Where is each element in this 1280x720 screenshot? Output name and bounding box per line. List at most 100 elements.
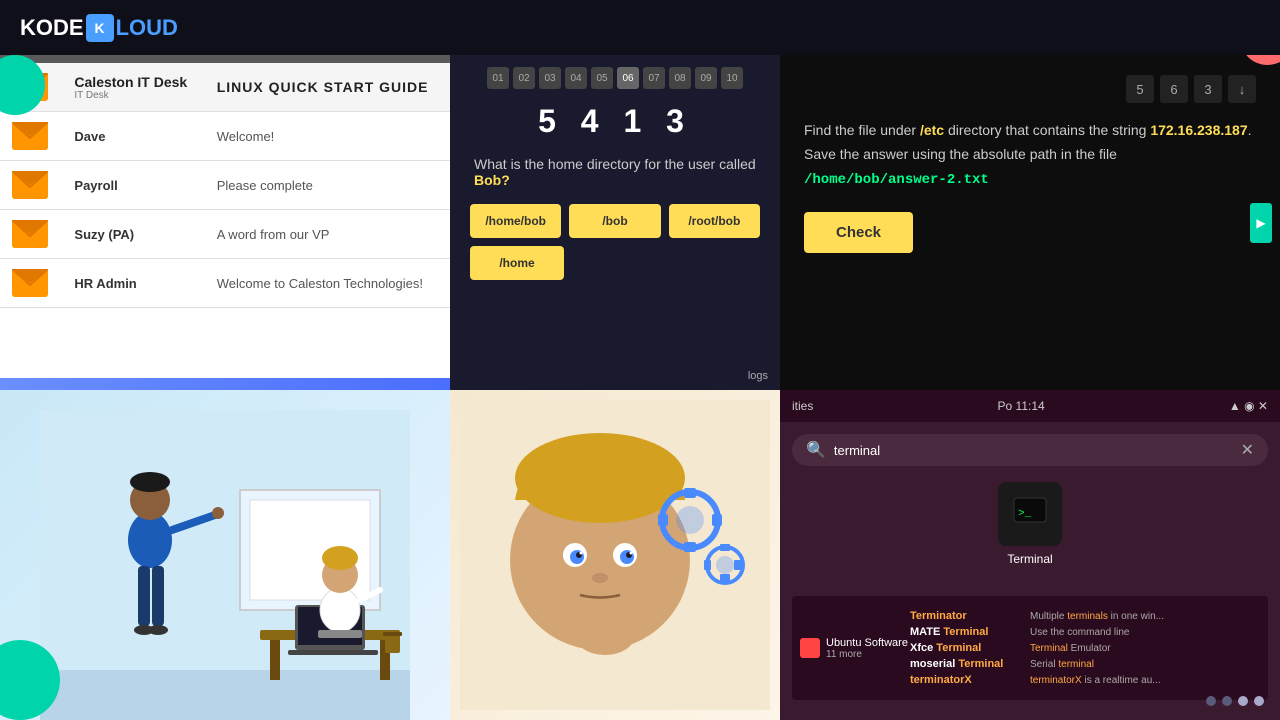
email-icon-dave xyxy=(0,112,62,161)
quiz-prog-10[interactable]: 10 xyxy=(721,67,743,89)
ubuntu-pagination-dots xyxy=(1206,696,1264,706)
terminal-count-5: 5 xyxy=(1126,75,1154,103)
terminal-count-3: 3 xyxy=(1194,75,1222,103)
quiz-prog-09[interactable]: 09 xyxy=(695,67,717,89)
ubuntu-app-xfce[interactable]: Xfce Terminal Terminal Emulator xyxy=(910,640,1260,656)
terminal-next-button[interactable]: ▶ xyxy=(1250,203,1272,243)
ubuntu-terminal-icon[interactable]: >_ xyxy=(998,482,1062,546)
email-subject-dave: Welcome! xyxy=(217,129,438,144)
ubuntu-software-icon xyxy=(800,638,820,658)
ubuntu-title-right: ▲ ◉ ✕ xyxy=(1229,399,1268,413)
quiz-options: /home/bob /bob /root/bob xyxy=(450,204,780,238)
panel-email: Caleston IT Desk IT Desk LINUX QUICK STA… xyxy=(0,55,450,390)
envelope-icon-dave xyxy=(12,122,48,150)
ubuntu-search-input[interactable] xyxy=(834,443,1241,458)
panel-terminal: 5 6 3 ↓ Find the file under /etc directo… xyxy=(780,55,1280,390)
quiz-prog-05[interactable]: 05 xyxy=(591,67,613,89)
terminal-count-arrow[interactable]: ↓ xyxy=(1228,75,1256,103)
quiz-option-bob[interactable]: /bob xyxy=(569,204,660,238)
ubuntu-app-mate[interactable]: MATE Terminal Use the command line xyxy=(910,624,1260,640)
app-desc-terminatorx: terminatorX is a realtime au... xyxy=(1030,675,1161,686)
email-row-hradmin[interactable]: HR Admin Welcome to Caleston Technologie… xyxy=(0,259,450,308)
quiz-prog-06[interactable]: 06 xyxy=(617,67,639,89)
panel-illustration-2 xyxy=(450,390,780,720)
email-row-dave[interactable]: Dave Welcome! xyxy=(0,112,450,161)
clear-search-icon[interactable]: ✕ xyxy=(1241,440,1254,460)
logo-loud: LOUD xyxy=(116,15,178,41)
ubuntu-titlebar: ities Po 11:14 ▲ ◉ ✕ xyxy=(780,390,1280,422)
ubuntu-terminal-app[interactable]: >_ Terminal xyxy=(792,482,1268,582)
app-name-xfce: Xfce Terminal xyxy=(910,642,1030,654)
quiz-question: What is the home directory for the user … xyxy=(450,156,780,204)
terminal-etc-highlight: /etc xyxy=(920,122,944,138)
ubuntu-title-center: Po 11:14 xyxy=(998,399,1045,413)
ubuntu-software-more: 11 more xyxy=(826,649,908,660)
email-subject-hradmin: Welcome to Caleston Technologies! xyxy=(217,276,438,291)
app-name-mate: MATE Terminal xyxy=(910,626,1030,638)
quiz-prog-01[interactable]: 01 xyxy=(487,67,509,89)
app-desc-xfce: Terminal Emulator xyxy=(1030,643,1111,654)
quiz-prog-04[interactable]: 04 xyxy=(565,67,587,89)
email-sender-suzy: Suzy (PA) xyxy=(74,227,192,242)
envelope-icon-suzy xyxy=(12,220,48,248)
check-button[interactable]: Check xyxy=(804,212,913,253)
email-row-header: Caleston IT Desk IT Desk LINUX QUICK STA… xyxy=(0,63,450,112)
envelope-icon-hradmin xyxy=(12,269,48,297)
quiz-prog-03[interactable]: 03 xyxy=(539,67,561,89)
logo-icon: K xyxy=(86,14,114,42)
ubuntu-content: 🔍 ✕ >_ Terminal xyxy=(780,422,1280,712)
thinking-illustration xyxy=(460,400,770,710)
illustration-1-bg xyxy=(0,390,450,720)
ubuntu-dot-1[interactable] xyxy=(1206,696,1216,706)
ubuntu-app-row-source: Ubuntu Software 11 more Terminator Multi… xyxy=(800,604,1260,692)
quiz-footer: logs xyxy=(748,370,768,382)
ubuntu-app-source: Ubuntu Software 11 more xyxy=(800,637,910,660)
quiz-highlight: Bob? xyxy=(474,172,510,188)
terminal-path-highlight: /home/bob/answer-2.txt xyxy=(804,172,989,188)
app-desc-mate: Use the command line xyxy=(1030,627,1130,638)
header: KODE K LOUD xyxy=(0,0,1280,55)
ubuntu-search-bar[interactable]: 🔍 ✕ xyxy=(792,434,1268,466)
quiz-option-home-bob[interactable]: /home/bob xyxy=(470,204,561,238)
panel-illustration-1 xyxy=(0,390,450,720)
email-row-suzy[interactable]: Suzy (PA) A word from our VP xyxy=(0,210,450,259)
quiz-option-home[interactable]: /home xyxy=(470,246,564,280)
email-sender-hradmin: HR Admin xyxy=(74,276,192,291)
ubuntu-app-terminator[interactable]: Terminator Multiple terminals in one win… xyxy=(910,608,1260,624)
email-bottom-bar xyxy=(0,378,450,390)
terminal-icon-svg: >_ xyxy=(1010,494,1050,534)
email-sender-payroll: Payroll xyxy=(74,178,192,193)
ubuntu-app-items: Terminator Multiple terminals in one win… xyxy=(910,608,1260,688)
email-panel-header xyxy=(0,55,450,63)
email-sender-dave: Dave xyxy=(74,129,192,144)
email-table: Caleston IT Desk IT Desk LINUX QUICK STA… xyxy=(0,63,450,308)
email-row-payroll[interactable]: Payroll Please complete xyxy=(0,161,450,210)
email-subject-payroll: Please complete xyxy=(217,178,438,193)
email-subject-header: LINUX QUICK START GUIDE xyxy=(217,79,438,95)
envelope-icon-payroll xyxy=(12,171,48,199)
panel-quiz: 01 02 03 04 05 06 07 08 09 10 5 4 1 3 Wh… xyxy=(450,55,780,390)
ubuntu-apps-list: Ubuntu Software 11 more Terminator Multi… xyxy=(792,596,1268,700)
app-name-terminatorx: terminatorX xyxy=(910,674,1030,686)
ubuntu-dot-2[interactable] xyxy=(1222,696,1232,706)
search-icon: 🔍 xyxy=(806,440,826,460)
terminal-count-6: 6 xyxy=(1160,75,1188,103)
ubuntu-app-moserial[interactable]: moserial Terminal Serial terminal xyxy=(910,656,1260,672)
ubuntu-dot-3[interactable] xyxy=(1238,696,1248,706)
email-subject-header-cell[interactable]: LINUX QUICK START GUIDE xyxy=(205,63,450,112)
illustration-2-bg xyxy=(450,390,780,720)
app-name-moserial: moserial Terminal xyxy=(910,658,1030,670)
email-sender-header[interactable]: Caleston IT Desk IT Desk xyxy=(62,63,204,112)
panel-ubuntu: ities Po 11:14 ▲ ◉ ✕ 🔍 ✕ >_ Terminal xyxy=(780,390,1280,720)
quiz-option-root-bob[interactable]: /root/bob xyxy=(669,204,760,238)
ubuntu-app-terminatorx[interactable]: terminatorX terminatorX is a realtime au… xyxy=(910,672,1260,688)
quiz-prog-08[interactable]: 08 xyxy=(669,67,691,89)
terminal-instruction: Find the file under /etc directory that … xyxy=(804,119,1256,192)
terminal-ip-highlight: 172.16.238.187 xyxy=(1150,122,1247,138)
quiz-prog-02[interactable]: 02 xyxy=(513,67,535,89)
quiz-prog-07[interactable]: 07 xyxy=(643,67,665,89)
email-subject-suzy: A word from our VP xyxy=(217,227,438,242)
email-sender-sub: IT Desk xyxy=(74,90,192,101)
terminal-counter: 5 6 3 ↓ xyxy=(804,75,1256,103)
ubuntu-dot-4[interactable] xyxy=(1254,696,1264,706)
